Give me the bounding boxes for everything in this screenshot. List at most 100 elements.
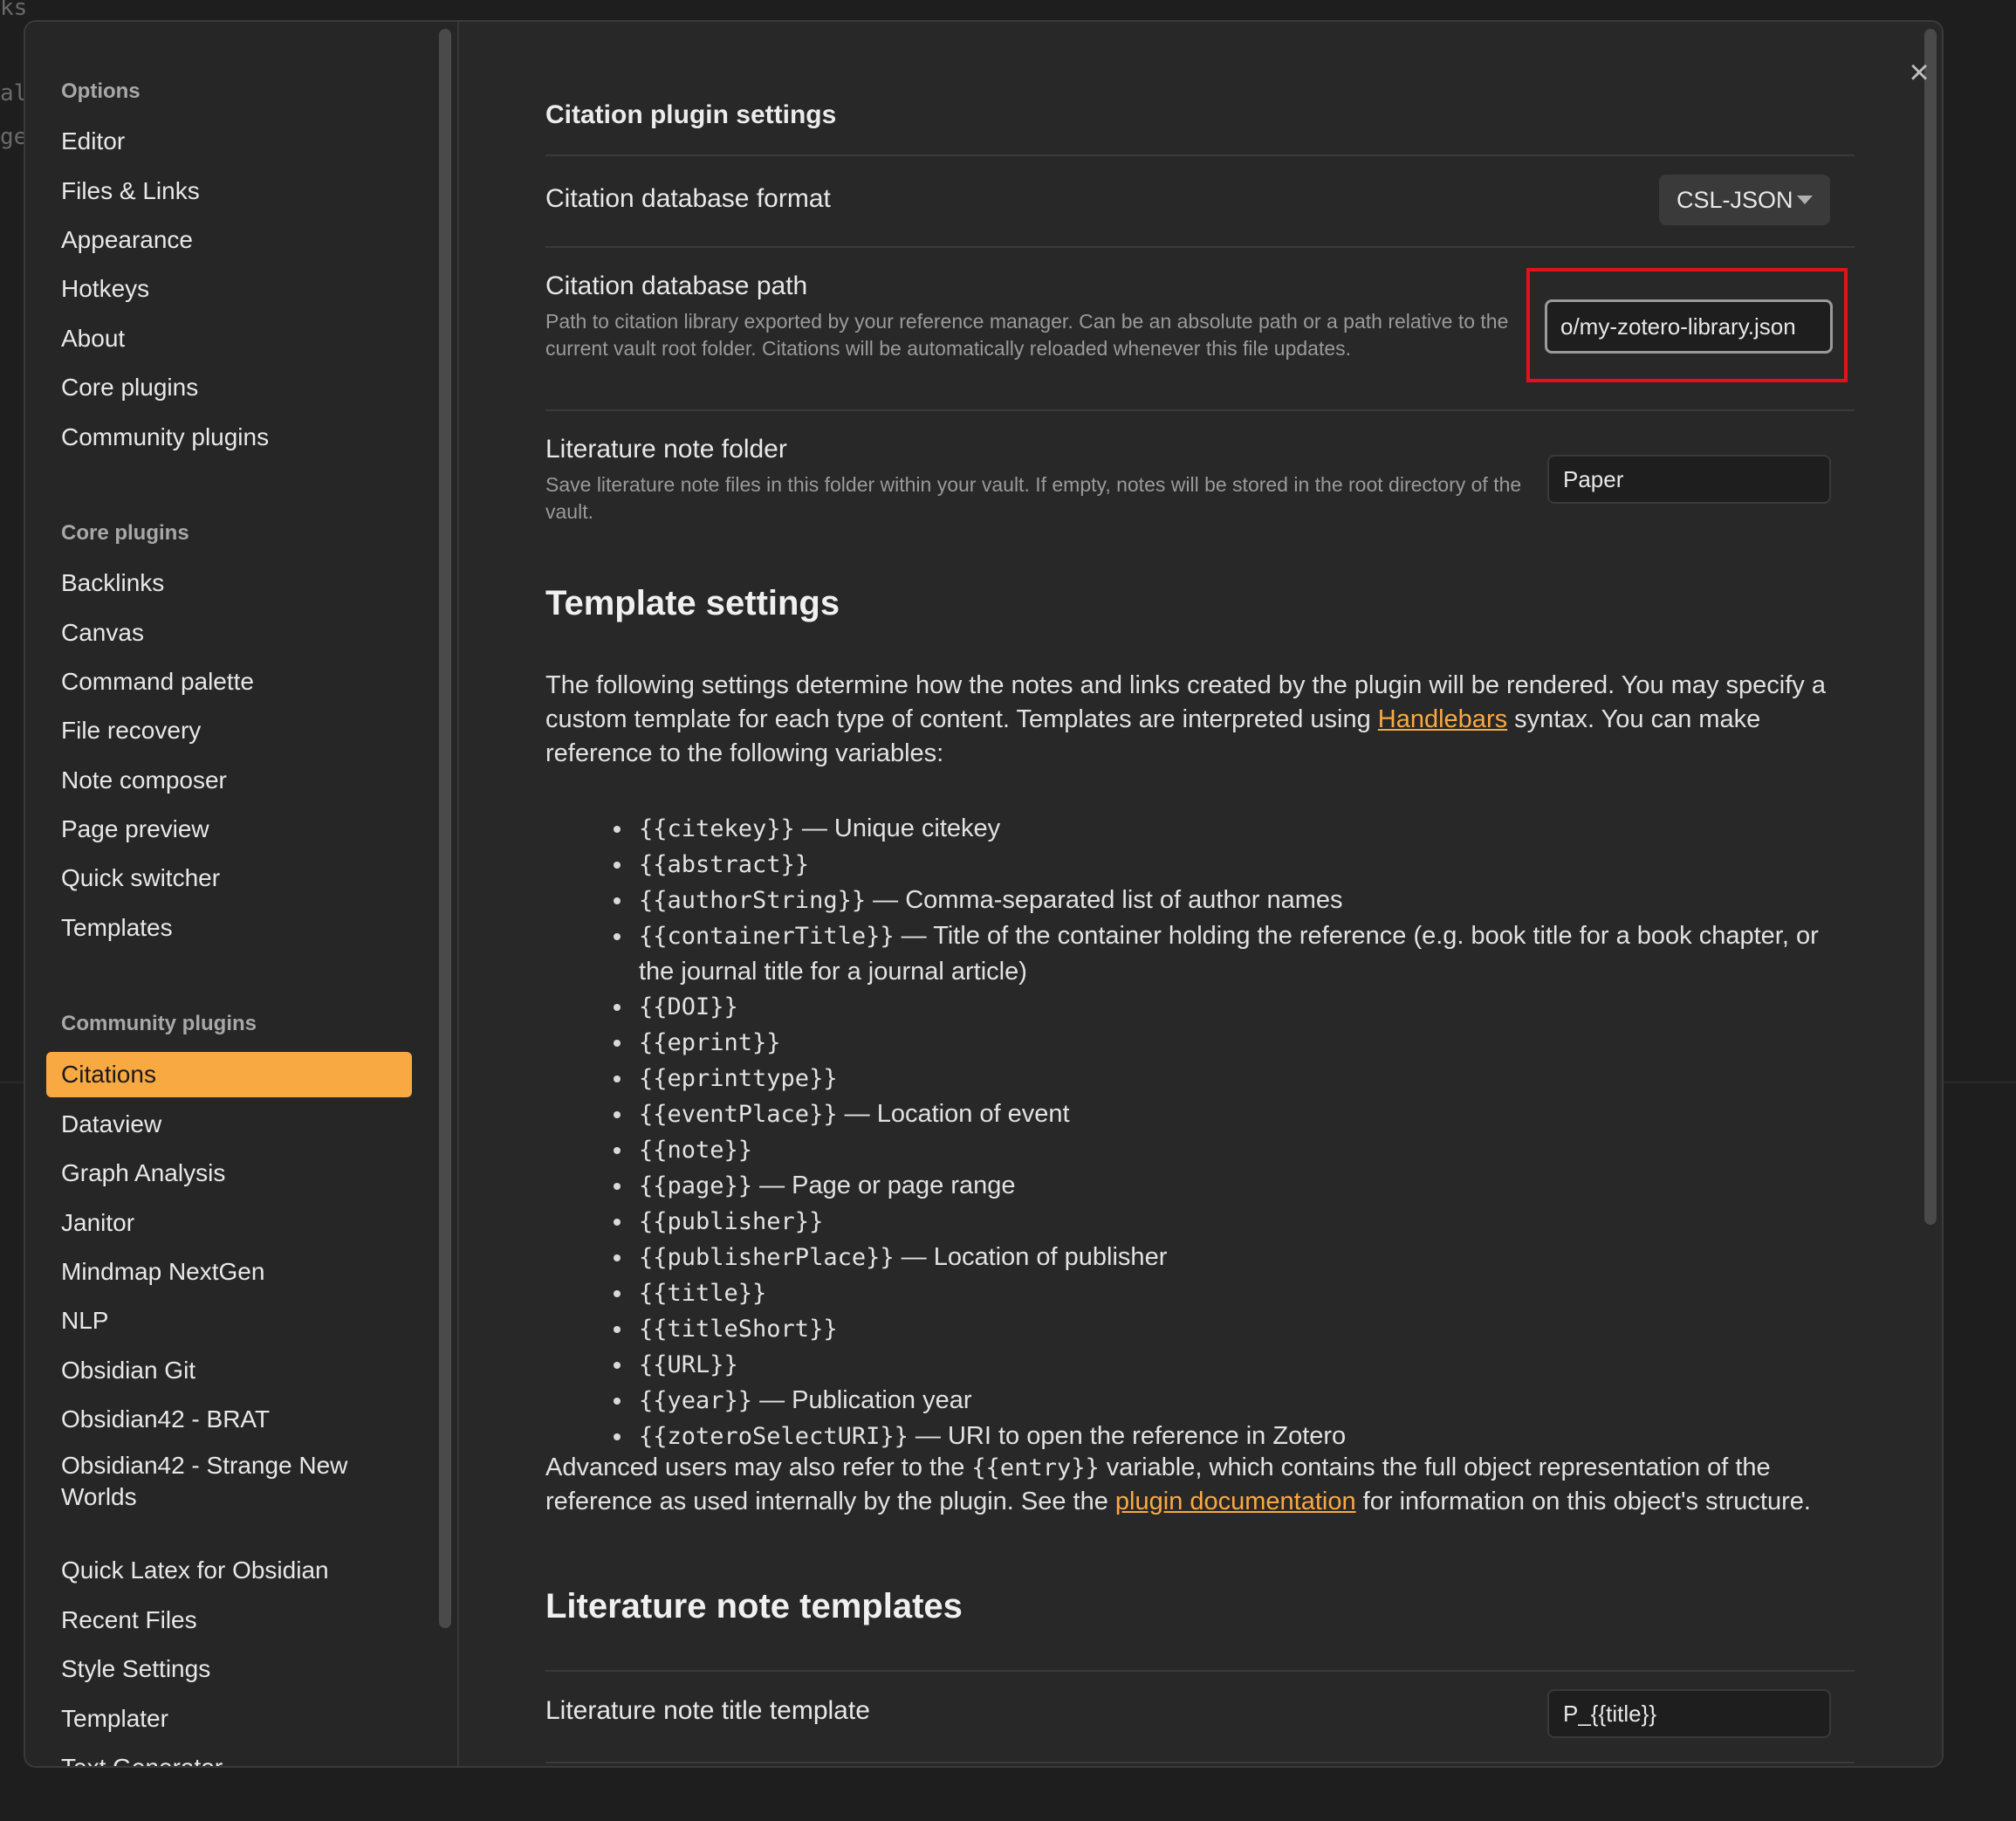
- sidebar-item-templater[interactable]: Templater: [46, 1696, 412, 1742]
- variable-description: — Unique citekey: [794, 814, 1001, 842]
- sidebar-item-recent-files[interactable]: Recent Files: [46, 1598, 412, 1643]
- setting-lit-folder-name: Literature note folder: [545, 435, 787, 464]
- lit-folder-input[interactable]: Paper: [1547, 455, 1831, 504]
- plugin-documentation-link[interactable]: plugin documentation: [1115, 1488, 1356, 1515]
- sidebar-item-appearance[interactable]: Appearance: [46, 217, 412, 263]
- bullet-icon: [614, 1219, 621, 1226]
- bullet-icon: [614, 1075, 621, 1082]
- variable-code: {{page}}: [639, 1172, 753, 1199]
- bullet-icon: [614, 1254, 621, 1261]
- variable-code: {{zoteroSelectURI}}: [639, 1423, 909, 1450]
- sidebar-item-janitor[interactable]: Janitor: [46, 1200, 412, 1246]
- variable-item: {{title}}: [614, 1275, 1855, 1311]
- variable-code: {{authorString}}: [639, 887, 867, 914]
- editor-fragment: ks: [0, 0, 28, 21]
- sidebar-heading-options: Options: [61, 79, 141, 103]
- sidebar-item-hotkeys[interactable]: Hotkeys: [46, 266, 412, 312]
- content-scrollbar[interactable]: [1924, 29, 1937, 1225]
- sidebar-item-command-palette[interactable]: Command palette: [46, 659, 412, 704]
- bullet-icon: [614, 862, 621, 869]
- variable-code: {{title}}: [639, 1280, 767, 1307]
- sidebar-item-graph-analysis[interactable]: Graph Analysis: [46, 1151, 412, 1196]
- sidebar-item-style-settings[interactable]: Style Settings: [46, 1646, 412, 1692]
- sidebar-item-backlinks[interactable]: Backlinks: [46, 560, 412, 606]
- setting-db-path-name: Citation database path: [545, 271, 808, 300]
- page-title: Citation plugin settings: [545, 100, 837, 129]
- variable-code: {{URL}}: [639, 1351, 738, 1378]
- bullet-icon: [614, 1433, 621, 1440]
- db-format-dropdown[interactable]: CSL-JSON: [1659, 175, 1830, 225]
- sidebar-item-quick-latex[interactable]: Quick Latex for Obsidian: [46, 1548, 412, 1593]
- sidebar-item-strange-new-worlds[interactable]: Obsidian42 - Strange New Worlds: [46, 1446, 412, 1515]
- sidebar-item-dataview[interactable]: Dataview: [46, 1102, 412, 1147]
- variable-code: {{containerTitle}}: [639, 923, 895, 950]
- sidebar-item-citations[interactable]: Citations: [46, 1052, 412, 1097]
- sidebar-item-about[interactable]: About: [46, 316, 412, 361]
- divider: [545, 409, 1855, 411]
- variable-item: {{eventPlace}} — Location of event: [614, 1096, 1855, 1132]
- sidebar-item-core-plugins[interactable]: Core plugins: [46, 365, 412, 410]
- variable-code: {{publisherPlace}}: [639, 1244, 895, 1271]
- bullet-icon: [614, 1183, 621, 1190]
- entry-variable: {{entry}}: [971, 1454, 1100, 1481]
- bullet-icon: [614, 1040, 621, 1047]
- sidebar-item-quick-switcher[interactable]: Quick switcher: [46, 856, 412, 901]
- sidebar-item-brat[interactable]: Obsidian42 - BRAT: [46, 1397, 412, 1442]
- bullet-icon: [614, 1111, 621, 1118]
- variable-item: {{publisherPlace}} — Location of publish…: [614, 1240, 1855, 1275]
- variable-item: {{citekey}} — Unique citekey: [614, 811, 1855, 847]
- setting-lit-folder-description: Save literature note files in this folde…: [545, 473, 1522, 523]
- variable-item: {{year}} — Publication year: [614, 1383, 1855, 1419]
- variable-item: {{zoteroSelectURI}} — URI to open the re…: [614, 1419, 1855, 1454]
- divider: [545, 246, 1855, 248]
- advanced-text: Advanced users may also refer to the: [545, 1453, 972, 1481]
- sidebar-item-canvas[interactable]: Canvas: [46, 610, 412, 656]
- variable-list: {{citekey}} — Unique citekey {{abstract}}…: [614, 811, 1855, 1454]
- sidebar-item-note-composer[interactable]: Note composer: [46, 758, 412, 803]
- bullet-icon: [614, 1147, 621, 1154]
- variable-code: {{titleShort}}: [639, 1316, 838, 1343]
- variable-item: {{eprinttype}}: [614, 1061, 1855, 1096]
- variable-description: — Location of event: [837, 1100, 1070, 1128]
- bullet-icon: [614, 897, 621, 904]
- variable-code: {{year}}: [639, 1387, 753, 1414]
- lit-templates-heading: Literature note templates: [545, 1587, 963, 1625]
- variable-item: {{eprint}}: [614, 1025, 1855, 1061]
- sidebar-item-obsidian-git[interactable]: Obsidian Git: [46, 1348, 412, 1393]
- variable-description: — Publication year: [752, 1386, 972, 1414]
- variable-code: {{DOI}}: [639, 993, 738, 1020]
- settings-sidebar: Options Editor Files & Links Appearance …: [25, 22, 435, 1766]
- sidebar-item-page-preview[interactable]: Page preview: [46, 807, 412, 852]
- sidebar-item-editor[interactable]: Editor: [46, 119, 412, 164]
- sidebar-scrollbar[interactable]: [439, 29, 451, 1628]
- sidebar-item-file-recovery[interactable]: File recovery: [46, 708, 412, 753]
- sidebar-item-community-plugins[interactable]: Community plugins: [46, 415, 412, 460]
- variable-code: {{publisher}}: [639, 1208, 824, 1235]
- db-format-value: CSL-JSON: [1677, 187, 1793, 213]
- variable-item: {{publisher}}: [614, 1204, 1855, 1240]
- variable-code: {{note}}: [639, 1137, 753, 1164]
- sidebar-heading-community-plugins: Community plugins: [61, 1012, 257, 1035]
- handlebars-link[interactable]: Handlebars: [1378, 705, 1507, 733]
- sidebar-item-nlp[interactable]: NLP: [46, 1298, 412, 1343]
- divider: [545, 1762, 1855, 1763]
- lit-title-template-input[interactable]: P_{{title}}: [1547, 1689, 1831, 1738]
- template-intro: The following settings determine how the…: [545, 669, 1855, 771]
- bullet-icon: [614, 1362, 621, 1369]
- bullet-icon: [614, 826, 621, 833]
- sidebar-item-text-generator[interactable]: Text Generator: [46, 1745, 412, 1766]
- advanced-text-end: for information on this object's structu…: [1355, 1488, 1811, 1515]
- sidebar-item-templates[interactable]: Templates: [46, 905, 412, 951]
- variable-item: {{titleShort}}: [614, 1311, 1855, 1347]
- sidebar-item-mindmap-nextgen[interactable]: Mindmap NextGen: [46, 1249, 412, 1295]
- close-icon[interactable]: ×: [1902, 55, 1937, 90]
- bullet-icon: [614, 1004, 621, 1011]
- chevron-down-icon: [1797, 196, 1813, 204]
- setting-lit-title-template-name: Literature note title template: [545, 1696, 870, 1725]
- sidebar-item-files-links[interactable]: Files & Links: [46, 168, 412, 214]
- variable-code: {{eventPlace}}: [639, 1101, 838, 1128]
- variable-item: {{DOI}}: [614, 989, 1855, 1025]
- variable-description: — URI to open the reference in Zotero: [908, 1422, 1347, 1450]
- variable-code: {{eprinttype}}: [639, 1065, 838, 1092]
- bullet-icon: [614, 1398, 621, 1405]
